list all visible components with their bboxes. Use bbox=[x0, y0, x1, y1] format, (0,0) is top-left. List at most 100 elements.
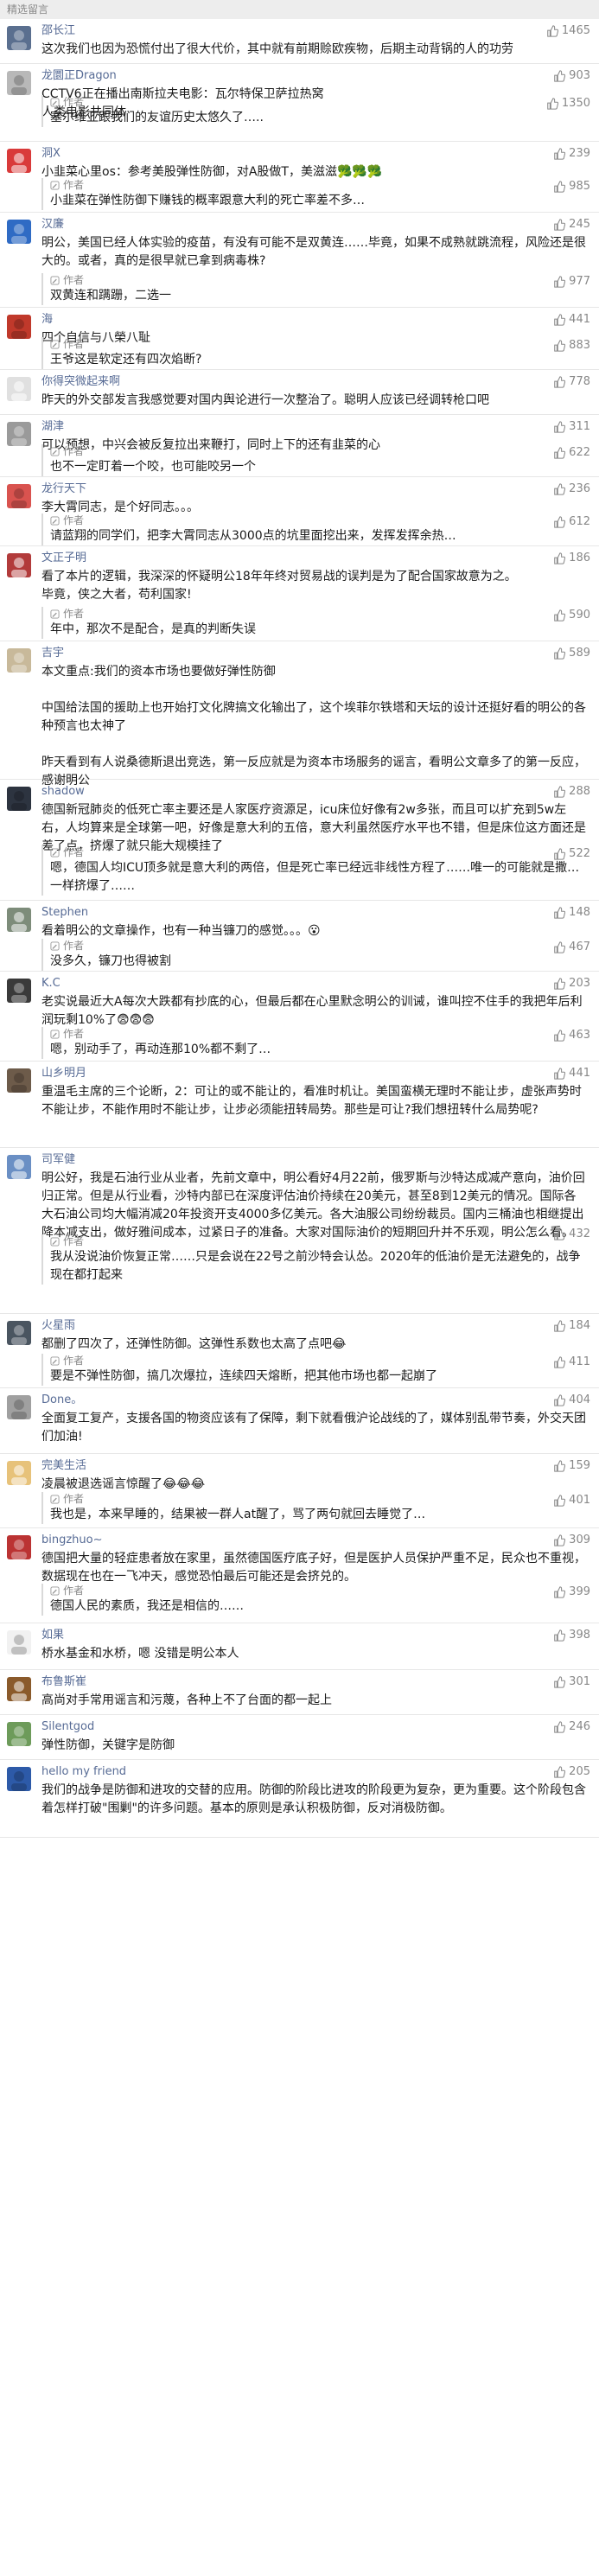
avatar[interactable] bbox=[7, 1722, 31, 1746]
like-button[interactable]: 288 bbox=[553, 785, 590, 799]
commenter-name[interactable]: 你得突微起来啊 bbox=[41, 375, 120, 389]
like-button[interactable]: 441 bbox=[553, 313, 590, 327]
commenter-name[interactable]: 吉宇 bbox=[41, 647, 64, 660]
reply-author-label: 作者 bbox=[63, 338, 85, 350]
avatar[interactable] bbox=[7, 1767, 31, 1791]
commenter-name[interactable]: 龙圜正Dragon bbox=[41, 69, 117, 83]
avatar[interactable] bbox=[7, 979, 31, 1003]
comment-text: 都删了四次了，还弹性防御。这弹性系数也太高了点吧😂 bbox=[41, 1337, 347, 1351]
reply-author-label: 作者 bbox=[63, 445, 85, 457]
reply-like-button[interactable]: 590 bbox=[553, 609, 590, 622]
like-button[interactable]: 311 bbox=[553, 420, 590, 434]
commenter-name[interactable]: hello my friend bbox=[41, 1765, 126, 1779]
thumb-up-icon bbox=[553, 1460, 569, 1472]
commenter-name[interactable]: 文正子明 bbox=[41, 552, 86, 565]
like-button[interactable]: 239 bbox=[553, 147, 590, 161]
avatar[interactable] bbox=[7, 787, 31, 811]
like-button[interactable]: 203 bbox=[553, 977, 590, 991]
comment-item: Done。 404 全面复工复产，支援各国的物资应该有了保障，剩下就看俄沪论战线的了… bbox=[0, 1388, 599, 1454]
comment-text: 看着明公的文章操作，也有一种当镰刀的感觉。。。😮 bbox=[41, 924, 321, 938]
commenter-name[interactable]: Stephen bbox=[41, 906, 88, 920]
reply-like-button[interactable]: 883 bbox=[553, 339, 590, 353]
like-button[interactable]: 309 bbox=[553, 1533, 590, 1547]
avatar[interactable] bbox=[7, 149, 31, 173]
commenter-name[interactable]: 司军健 bbox=[41, 1153, 75, 1167]
like-button[interactable]: 903 bbox=[553, 69, 590, 83]
author-badge-icon bbox=[50, 515, 63, 526]
avatar[interactable] bbox=[7, 648, 31, 673]
avatar[interactable] bbox=[7, 422, 31, 446]
comment-item: 火星雨 184 都删了四次了，还弹性防御。这弹性系数也太高了点吧😂 作者 要是不弹性防御… bbox=[0, 1314, 599, 1388]
like-button[interactable]: 184 bbox=[553, 1319, 590, 1333]
commenter-name[interactable]: 邵长江 bbox=[41, 24, 75, 38]
avatar[interactable] bbox=[7, 1630, 31, 1655]
reply-like-button[interactable]: 463 bbox=[553, 1029, 590, 1043]
avatar[interactable] bbox=[7, 220, 31, 244]
reply-text: 双黄连和蹒跚，二选一 bbox=[50, 289, 171, 303]
reply-like-button[interactable]: 399 bbox=[553, 1585, 590, 1599]
reply-like-count: 467 bbox=[569, 940, 590, 953]
like-button[interactable]: 301 bbox=[553, 1675, 590, 1689]
commenter-name[interactable]: 山乡明月 bbox=[41, 1067, 86, 1081]
commenter-name[interactable]: Silentgod bbox=[41, 1720, 94, 1734]
avatar[interactable] bbox=[7, 1535, 31, 1559]
like-button[interactable]: 1465 bbox=[546, 24, 590, 38]
author-reply: 作者 我也是，本来早睡的，结果被一群人at醒了，骂了两句就回去睡觉了… bbox=[41, 1492, 587, 1524]
avatar[interactable] bbox=[7, 553, 31, 577]
avatar[interactable] bbox=[7, 1155, 31, 1179]
avatar[interactable] bbox=[7, 1068, 31, 1093]
reply-like-button[interactable]: 622 bbox=[553, 446, 590, 460]
thumb-up-icon bbox=[553, 219, 569, 231]
commenter-name[interactable]: Done。 bbox=[41, 1393, 82, 1407]
avatar[interactable] bbox=[7, 1395, 31, 1419]
reply-like-button[interactable]: 522 bbox=[553, 847, 590, 861]
comment-text: 看了本片的逻辑，我深深的怀疑明公18年年终对贸易战的误判是为了配合国家故意为之。… bbox=[41, 570, 517, 602]
commenter-name[interactable]: 龙行天下 bbox=[41, 482, 86, 496]
reply-like-button[interactable]: 612 bbox=[553, 515, 590, 529]
avatar[interactable] bbox=[7, 908, 31, 932]
like-button[interactable]: 398 bbox=[553, 1629, 590, 1642]
reply-like-button[interactable]: 467 bbox=[553, 940, 590, 954]
avatar[interactable] bbox=[7, 1677, 31, 1701]
author-badge-icon bbox=[50, 97, 63, 107]
like-button[interactable]: 778 bbox=[553, 375, 590, 389]
avatar[interactable] bbox=[7, 377, 31, 401]
avatar[interactable] bbox=[7, 26, 31, 50]
reply-like-button[interactable]: 1350 bbox=[546, 97, 590, 111]
reply-like-button[interactable]: 401 bbox=[553, 1494, 590, 1508]
like-button[interactable]: 186 bbox=[553, 552, 590, 565]
commenter-name[interactable]: shadow bbox=[41, 785, 85, 799]
reply-text: 嗯，别动手了，再动连那10%都不剩了… bbox=[50, 1043, 271, 1056]
like-button[interactable]: 246 bbox=[553, 1720, 590, 1734]
avatar[interactable] bbox=[7, 1461, 31, 1485]
commenter-name[interactable]: 汉廉 bbox=[41, 218, 64, 232]
like-button[interactable]: 159 bbox=[553, 1459, 590, 1473]
like-button[interactable]: 404 bbox=[553, 1393, 590, 1407]
avatar[interactable] bbox=[7, 315, 31, 339]
reply-like-button[interactable]: 432 bbox=[553, 1227, 590, 1241]
like-button[interactable]: 205 bbox=[553, 1765, 590, 1779]
commenter-name[interactable]: 火星雨 bbox=[41, 1319, 75, 1333]
commenter-name[interactable]: 海 bbox=[41, 313, 53, 327]
like-button[interactable]: 441 bbox=[553, 1067, 590, 1081]
commenter-name[interactable]: 如果 bbox=[41, 1629, 64, 1642]
commenter-name[interactable]: bingzhuo~ bbox=[41, 1533, 103, 1547]
like-button[interactable]: 589 bbox=[553, 647, 590, 660]
reply-like-button[interactable]: 411 bbox=[553, 1355, 590, 1369]
commenter-name[interactable]: K.C bbox=[41, 977, 61, 991]
avatar[interactable] bbox=[7, 484, 31, 508]
like-button[interactable]: 245 bbox=[553, 218, 590, 232]
avatar[interactable] bbox=[7, 71, 31, 95]
reply-like-button[interactable]: 985 bbox=[553, 180, 590, 194]
avatar[interactable] bbox=[7, 1321, 31, 1345]
commenter-name[interactable]: 完美生活 bbox=[41, 1459, 86, 1473]
commenter-name[interactable]: 湖津 bbox=[41, 420, 64, 434]
comment-item: 邵长江 1465 这次我们也因为恐慌付出了很大代价，其中就有前期赊欧疾物，后期主动背… bbox=[0, 19, 599, 64]
thumb-up-icon bbox=[553, 978, 569, 990]
commenter-name[interactable]: 布鲁斯崔 bbox=[41, 1675, 86, 1689]
like-button[interactable]: 236 bbox=[553, 482, 590, 496]
comment-text: 我们的战争是防御和进攻的交替的应用。防御的阶段比进攻的阶段更为复杂，更为重要。这… bbox=[41, 1783, 586, 1815]
like-button[interactable]: 148 bbox=[553, 906, 590, 920]
reply-like-button[interactable]: 977 bbox=[553, 275, 590, 289]
commenter-name[interactable]: 洞X bbox=[41, 147, 61, 161]
